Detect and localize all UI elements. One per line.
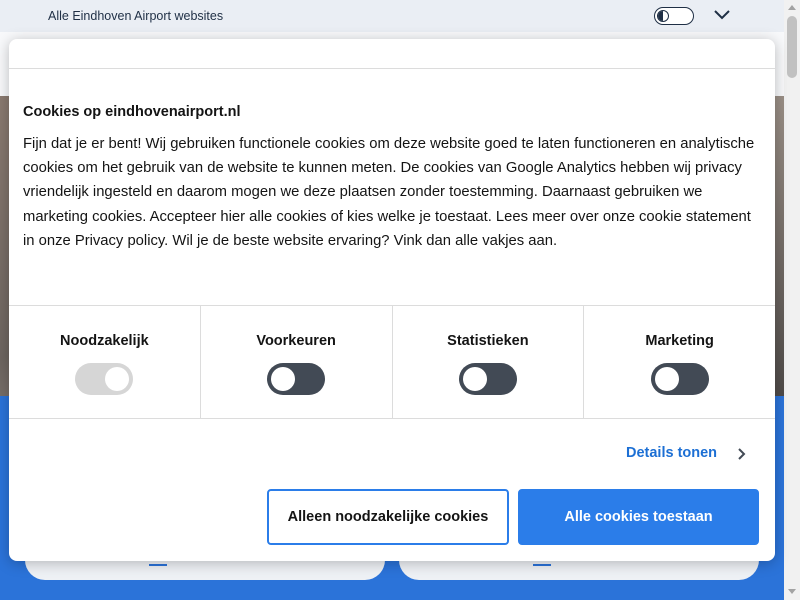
allow-all-cookies-button[interactable]: Alle cookies toestaan	[518, 489, 759, 545]
category-statistics: Statistieken	[393, 306, 585, 418]
toggle-knob	[654, 367, 679, 391]
background-button-icon	[149, 564, 167, 566]
top-bar: Alle Eindhoven Airport websites	[0, 0, 784, 32]
statistics-toggle[interactable]	[458, 363, 517, 395]
necessary-cookies-button[interactable]: Alleen noodzakelijke cookies	[267, 489, 509, 545]
chevron-down-icon[interactable]	[710, 5, 734, 25]
category-label: Noodzakelijk	[60, 333, 149, 349]
necessary-toggle	[75, 363, 134, 395]
contrast-toggle-icon[interactable]	[654, 7, 694, 25]
chevron-right-icon[interactable]	[736, 446, 748, 462]
dialog-header-strip	[9, 39, 775, 69]
category-label: Voorkeuren	[256, 333, 336, 349]
details-link[interactable]: Details tonen	[626, 445, 717, 461]
category-label: Statistieken	[447, 333, 529, 349]
scrollbar[interactable]	[784, 0, 800, 600]
toggle-knob	[271, 367, 296, 391]
cookie-categories: Noodzakelijk Voorkeuren Statistieken Mar…	[9, 305, 775, 419]
scrollbar-thumb[interactable]	[787, 16, 797, 78]
preferences-toggle[interactable]	[267, 363, 326, 395]
background-button-icon	[533, 564, 551, 566]
cookie-dialog: Cookies op eindhovenairport.nl Fijn dat …	[9, 39, 775, 561]
category-necessary: Noodzakelijk	[9, 306, 201, 418]
toggle-knob	[462, 367, 487, 391]
category-marketing: Marketing	[584, 306, 775, 418]
dialog-title: Cookies op eindhovenairport.nl	[23, 104, 241, 120]
category-preferences: Voorkeuren	[201, 306, 393, 418]
scroll-up-icon[interactable]	[788, 5, 796, 10]
toggle-knob	[105, 367, 130, 391]
category-label: Marketing	[645, 333, 714, 349]
contrast-knob	[657, 9, 669, 22]
dialog-body-text: Fijn dat je er bent! Wij gebruiken funct…	[23, 136, 755, 249]
scroll-down-icon[interactable]	[788, 589, 796, 594]
marketing-toggle[interactable]	[650, 363, 709, 395]
all-websites-link[interactable]: Alle Eindhoven Airport websites	[48, 9, 223, 23]
